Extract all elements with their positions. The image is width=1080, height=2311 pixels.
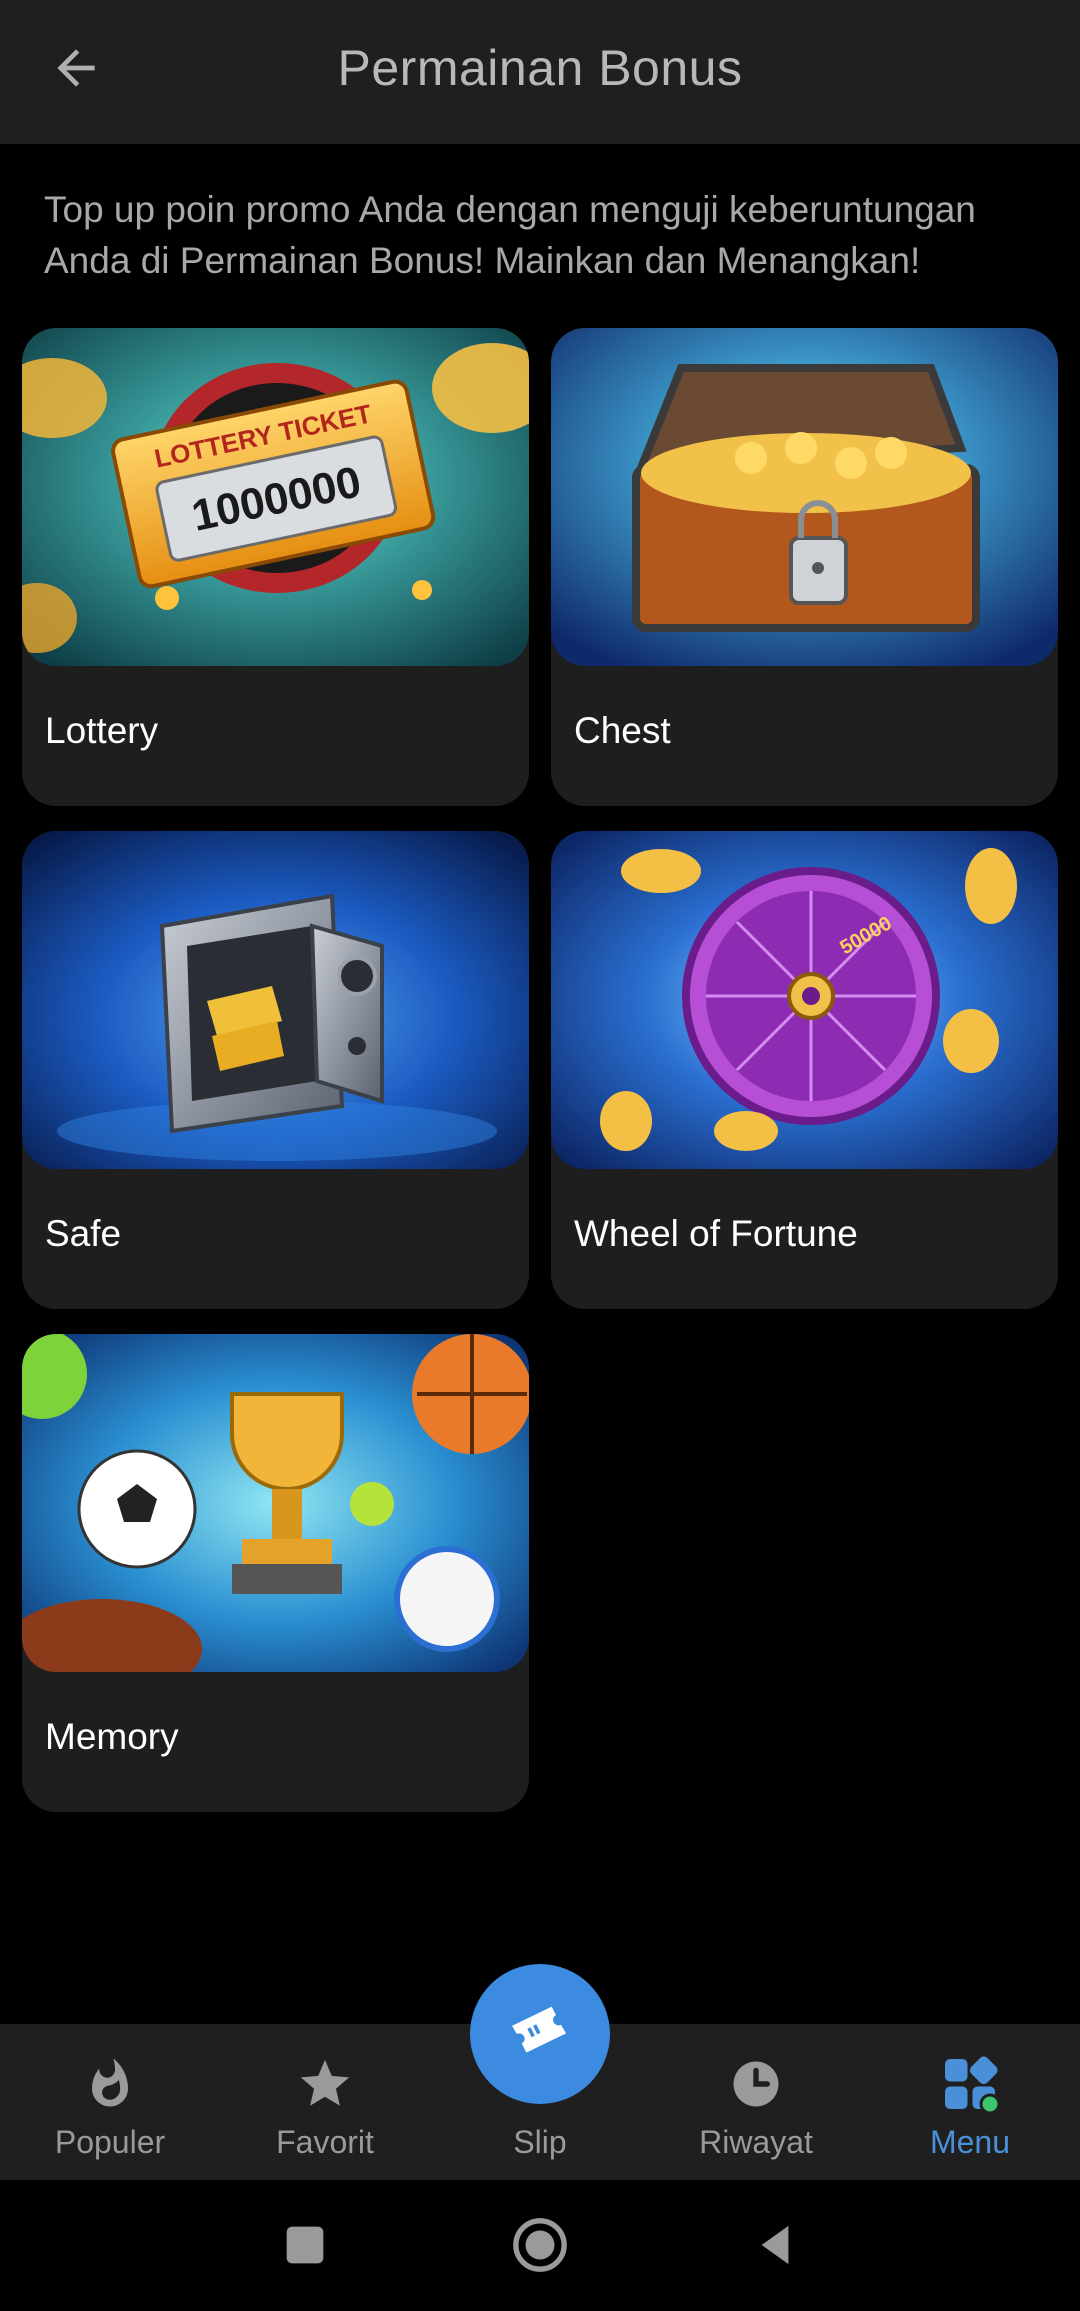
- nav-label: Menu: [929, 2124, 1011, 2160]
- triangle-back-icon: [761, 2225, 789, 2265]
- page-title: Permainan Bonus: [337, 40, 743, 96]
- lottery-image: LOTTERY TICKET 1000000: [22, 328, 529, 666]
- top-app-bar: Permainan Bonus: [0, 0, 1080, 144]
- back-system-button[interactable]: [735, 2210, 815, 2280]
- game-card-label: Chest: [574, 710, 671, 751]
- nav-label: Populer: [54, 2124, 166, 2160]
- flame-icon: [80, 2054, 140, 2114]
- nav-item-riwayat[interactable]: Riwayat: [648, 2024, 864, 2180]
- wheel-of-fortune-image: 50000: [551, 831, 1058, 1169]
- game-card-wheel-of-fortune[interactable]: 50000 Wheel of Fortune: [551, 831, 1058, 1309]
- ticket-icon: [512, 2006, 567, 2053]
- system-navigation-bar: [0, 2180, 1080, 2311]
- game-card-lottery[interactable]: LOTTERY TICKET 1000000 Lottery: [22, 328, 529, 806]
- game-card-label: Lottery: [45, 710, 159, 751]
- game-card-memory[interactable]: Memory: [22, 1334, 529, 1812]
- safe-image: [22, 831, 529, 1169]
- chest-image: [551, 328, 1058, 666]
- game-card-label: Wheel of Fortune: [574, 1213, 858, 1254]
- star-icon: [295, 2054, 355, 2114]
- square-icon: [286, 2226, 324, 2264]
- nav-label: Riwayat: [699, 2124, 813, 2160]
- nav-label: Favorit: [276, 2124, 374, 2160]
- slip-button[interactable]: [470, 1964, 610, 2104]
- nav-label: Slip: [513, 2124, 567, 2160]
- clock-icon: [726, 2054, 786, 2114]
- home-button[interactable]: [500, 2210, 580, 2280]
- memory-image: [22, 1334, 529, 1672]
- game-card-label: Memory: [45, 1716, 179, 1757]
- back-button[interactable]: [36, 28, 116, 108]
- game-card-chest[interactable]: Chest: [551, 328, 1058, 806]
- grid-icon: [940, 2054, 1000, 2114]
- recent-apps-button[interactable]: [265, 2210, 345, 2280]
- arrow-left-icon: [57, 49, 95, 87]
- app-screen: Permainan Bonus Top up poin promo Anda d…: [0, 0, 1080, 2311]
- game-card-label: Safe: [45, 1213, 122, 1254]
- home-circle-icon: [513, 2218, 567, 2272]
- game-card-safe[interactable]: Safe: [22, 831, 529, 1309]
- nav-item-favorit[interactable]: Favorit: [217, 2024, 433, 2180]
- nav-item-populer[interactable]: Populer: [2, 2024, 218, 2180]
- intro-text: Top up poin promo Anda dengan menguji ke…: [44, 189, 976, 281]
- nav-item-menu[interactable]: Menu: [862, 2024, 1078, 2180]
